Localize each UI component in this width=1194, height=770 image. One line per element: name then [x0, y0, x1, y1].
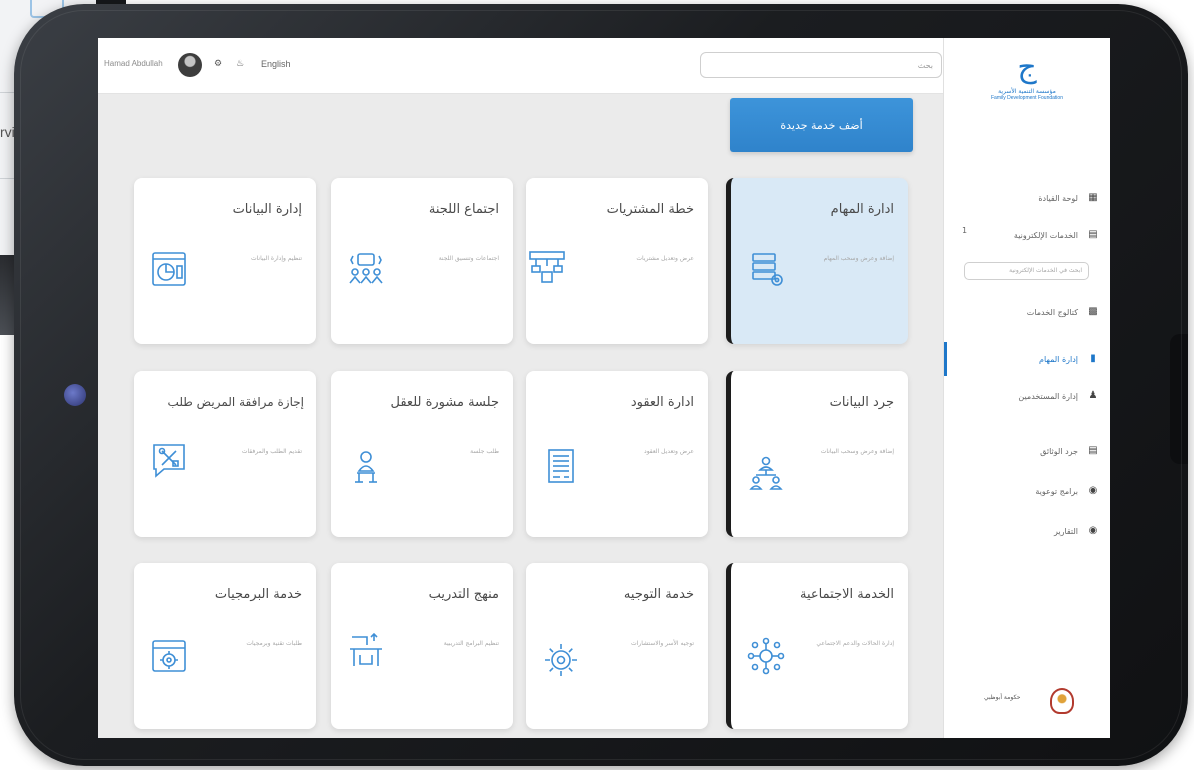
sidebar-item-catalog[interactable]: كتالوج الخدمات ▩	[958, 302, 1098, 322]
sidebar-item-users[interactable]: إدارة المستخدمين ♟	[958, 386, 1098, 406]
sidebar-item-dashboard[interactable]: لوحة القيادة ▦	[958, 188, 1098, 208]
network-icon	[528, 248, 566, 286]
sidebar-item-label: إدارة المستخدمين	[1018, 391, 1078, 401]
card-description: إضافة وعرض وسحب المهام	[823, 255, 894, 262]
card-title: خطة المشتريات	[606, 202, 694, 217]
search-input[interactable]: بحث	[700, 52, 942, 78]
reports-icon: ◉	[1088, 525, 1098, 536]
card-description: توجيه الأسر والاستشارات	[631, 640, 694, 647]
service-card-procurement[interactable]: خطة المشتريات عرض وتعديل مشتريات	[526, 178, 708, 344]
service-card-tasks[interactable]: ادارة المهام إضافة وعرض وسحب المهام	[726, 178, 908, 344]
add-service-button[interactable]: أضف خدمة جديدة	[730, 98, 913, 152]
card-description: طلب جلسة	[470, 448, 499, 455]
government-logo: حكومة أبوظبي	[984, 688, 1074, 714]
falcon-seal-icon	[1050, 688, 1074, 714]
sidebar-item-label: جرد الوثائق	[1040, 446, 1078, 456]
avatar[interactable]	[178, 53, 202, 77]
logo-org-arabic: مؤسسة التنمية الأسرية	[998, 88, 1056, 95]
card-title: الخدمة الاجتماعية	[800, 587, 894, 602]
card-title: ادارة العقود	[630, 395, 694, 410]
service-card-social-service[interactable]: الخدمة الاجتماعية إدارة الحالات والدعم ا…	[726, 563, 908, 729]
service-card-committee[interactable]: اجتماع اللجنة اجتماعات وتنسيق اللجنة	[331, 178, 513, 344]
card-description: طلبات تقنية وبرمجيات	[246, 640, 302, 647]
card-description: عرض وتعديل مشتريات	[636, 255, 694, 262]
logo-mark-icon: ج	[1017, 50, 1037, 85]
sidebar: ج مؤسسة التنمية الأسرية Family Developme…	[943, 38, 1110, 738]
service-card-counseling[interactable]: جلسة مشورة للعقل طلب جلسة	[331, 371, 513, 537]
sidebar-item-label: برامج توعوية	[1035, 486, 1078, 496]
sidebar-item-label: إدارة المهام	[1039, 354, 1078, 364]
camera-lens	[64, 384, 86, 406]
card-title: ادارة المهام	[830, 202, 894, 217]
background-fragment-text: rvi	[0, 124, 15, 140]
counseling-icon	[347, 449, 385, 487]
card-title: إدارة البيانات	[232, 202, 302, 217]
side-button	[1170, 334, 1188, 464]
card-title: خدمة البرمجيات	[214, 587, 302, 602]
card-description: تقديم الطلب والمرفقات	[241, 448, 302, 455]
contract-icon	[542, 447, 580, 485]
tasks-icon: ▮	[1090, 353, 1096, 364]
service-card-data-management[interactable]: إدارة البيانات تنظيم وإدارة البيانات	[134, 178, 316, 344]
services-icon: ▤	[1088, 229, 1098, 240]
users-icon: ♟	[1088, 390, 1098, 401]
sidebar-item-reports[interactable]: التقارير ◉	[958, 521, 1098, 541]
sidebar-item-label: الخدمات الإلكترونية	[1013, 230, 1078, 240]
card-title: منهج التدريب	[428, 587, 499, 602]
card-description: عرض وتعديل العقود	[644, 448, 694, 455]
sidebar-item-programs[interactable]: برامج توعوية ◉	[958, 481, 1098, 501]
settings-icon[interactable]: ⚙	[214, 60, 223, 69]
bell-icon[interactable]: ♨	[236, 60, 245, 69]
card-description: اجتماعات وتنسيق اللجنة	[438, 255, 499, 262]
hierarchy-icon	[747, 455, 785, 493]
app-screen: Hamad Abdullah ⚙ ♨ English بحث أضف خدمة …	[98, 38, 1110, 738]
service-card-guidance[interactable]: خدمة التوجيه توجيه الأسر والاستشارات	[526, 563, 708, 729]
sidebar-item-label: التقارير	[1053, 526, 1078, 536]
server-settings-icon	[747, 250, 785, 288]
service-card-contracts[interactable]: ادارة العقود عرض وتعديل العقود	[526, 371, 708, 537]
sidebar-item-label: لوحة القيادة	[1038, 193, 1078, 203]
sidebar-item-documents[interactable]: جرد الوثائق ▤	[958, 441, 1098, 461]
data-chart-icon	[150, 250, 188, 288]
tools-chat-icon	[150, 441, 188, 479]
guidance-gear-icon	[542, 641, 580, 679]
card-description: تنظيم البرامج التدريبية	[443, 640, 499, 647]
organization-logo: ج مؤسسة التنمية الأسرية Family Developme…	[972, 52, 1082, 122]
service-card-data-inventory[interactable]: جرد البيانات إضافة وعرض وسحب البيانات	[726, 371, 908, 537]
card-description: تنظيم وإدارة البيانات	[250, 255, 302, 262]
user-name[interactable]: Hamad Abdullah	[104, 59, 163, 68]
card-description: إدارة الحالات والدعم الاجتماعي	[816, 640, 894, 647]
top-bar: Hamad Abdullah ⚙ ♨ English بحث	[98, 38, 943, 94]
catalog-icon: ▩	[1088, 306, 1098, 317]
programs-icon: ◉	[1088, 485, 1098, 496]
documents-icon: ▤	[1088, 445, 1098, 456]
sidebar-item-eservices[interactable]: الخدمات الإلكترونية ▤	[958, 225, 1098, 245]
sidebar-item-tasks[interactable]: إدارة المهام ▮	[958, 349, 1098, 369]
card-title: جلسة مشورة للعقل	[390, 395, 500, 410]
government-logo-text: حكومة أبوظبي	[984, 694, 1021, 701]
service-card-training[interactable]: منهج التدريب تنظيم البرامج التدريبية	[331, 563, 513, 729]
card-title: اجتماع اللجنة	[428, 202, 499, 217]
card-description: إضافة وعرض وسحب البيانات	[820, 448, 894, 455]
eservices-count: 1	[962, 226, 968, 235]
active-indicator	[944, 342, 947, 376]
dashboard-icon: ▦	[1088, 192, 1098, 203]
card-title: إجازة مرافقة المريض طلب	[167, 395, 304, 409]
training-icon	[347, 631, 385, 669]
sidebar-item-label: كتالوج الخدمات	[1026, 307, 1078, 317]
software-icon	[150, 637, 188, 675]
sidebar-search-input[interactable]: ابحث في الخدمات الإلكترونية	[964, 262, 1089, 280]
social-network-icon	[747, 637, 785, 675]
service-card-patient-leave[interactable]: إجازة مرافقة المريض طلب تقديم الطلب والم…	[134, 371, 316, 537]
logo-org-english: Family Development Foundation	[991, 95, 1063, 101]
card-title: خدمة التوجيه	[623, 587, 694, 602]
language-switch[interactable]: English	[261, 59, 291, 69]
meeting-icon	[347, 250, 385, 288]
card-title: جرد البيانات	[829, 395, 894, 410]
service-card-software[interactable]: خدمة البرمجيات طلبات تقنية وبرمجيات	[134, 563, 316, 729]
